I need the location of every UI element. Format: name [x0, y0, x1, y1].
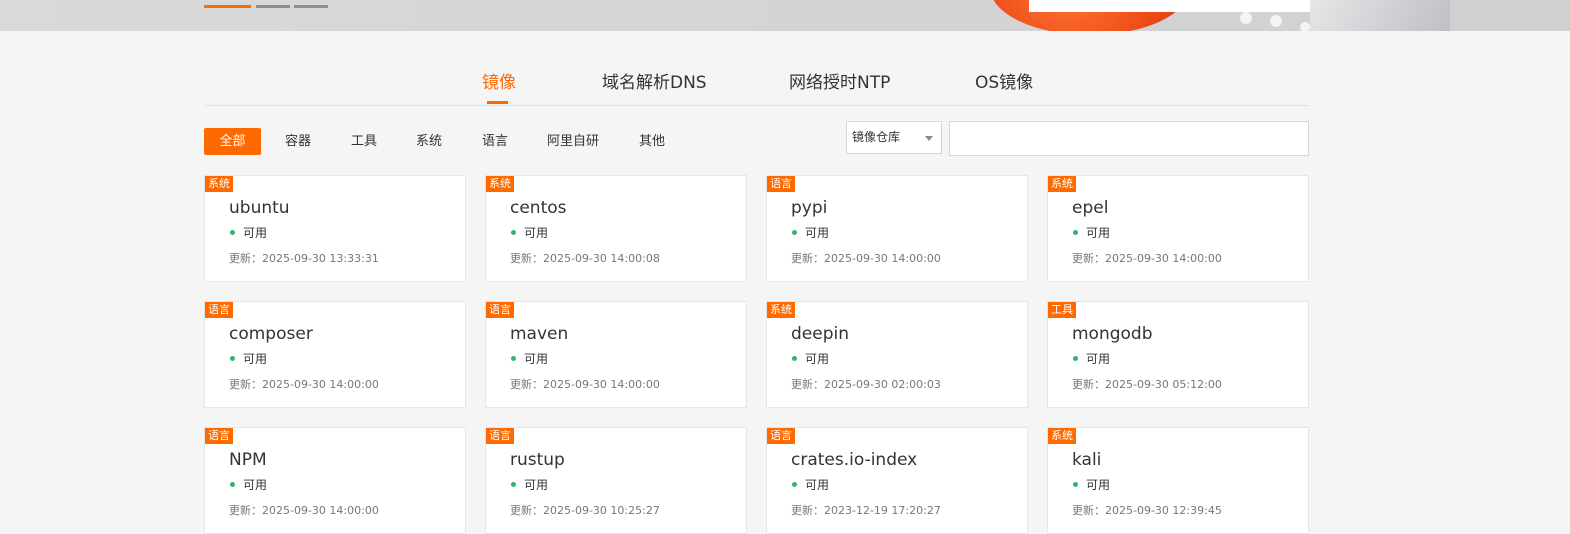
updated-time: 更新：2025-09-30 14:00:00 — [791, 252, 941, 265]
status-text: 可用 — [243, 478, 268, 492]
status-dot-icon — [511, 482, 516, 487]
status-dot-icon — [511, 356, 516, 361]
filter-all[interactable]: 全部 — [204, 128, 261, 155]
status-text: 可用 — [1086, 478, 1111, 492]
tab-os-mirror[interactable]: OS镜像 — [975, 68, 1033, 93]
banner-dot — [1300, 22, 1310, 31]
status-text: 可用 — [805, 226, 830, 240]
mirror-name: crates.io-index — [791, 450, 918, 470]
mirror-name: NPM — [229, 450, 267, 470]
mirror-name: maven — [510, 324, 569, 344]
mirror-card[interactable]: 系统 deepin 可用 更新：2025-09-30 02:00:03 — [766, 301, 1028, 408]
hero-banner — [0, 0, 1570, 31]
category-badge: 语言 — [767, 428, 795, 444]
status-dot-icon — [230, 356, 235, 361]
mirror-name: rustup — [510, 450, 565, 470]
mirror-card[interactable]: 系统 centos 可用 更新：2025-09-30 14:00:08 — [485, 175, 747, 282]
banner-glass-decoration — [1310, 0, 1450, 31]
mirror-card[interactable]: 系统 epel 可用 更新：2025-09-30 14:00:00 — [1047, 175, 1309, 282]
mirror-card[interactable]: 语言 NPM 可用 更新：2025-09-30 14:00:00 — [204, 427, 466, 534]
mirror-card[interactable]: 语言 rustup 可用 更新：2025-09-30 10:25:27 — [485, 427, 747, 534]
category-badge: 系统 — [1048, 176, 1076, 192]
status-text: 可用 — [1086, 352, 1111, 366]
category-badge: 系统 — [1048, 428, 1076, 444]
status-dot-icon — [792, 230, 797, 235]
status-text: 可用 — [1086, 226, 1111, 240]
updated-time: 更新：2025-09-30 14:00:00 — [229, 378, 379, 391]
status-text: 可用 — [524, 352, 549, 366]
mirror-name: pypi — [791, 198, 828, 218]
mirror-name: composer — [229, 324, 313, 344]
filter-other[interactable]: 其他 — [639, 128, 665, 155]
banner-panel — [1029, 0, 1310, 12]
mirror-card[interactable]: 语言 crates.io-index 可用 更新：2023-12-19 17:2… — [766, 427, 1028, 534]
mirror-card[interactable]: 语言 composer 可用 更新：2025-09-30 14:00:00 — [204, 301, 466, 408]
status-dot-icon — [511, 230, 516, 235]
mirror-name: kali — [1072, 450, 1102, 470]
active-tab-underline — [487, 101, 508, 104]
status-dot-icon — [1073, 230, 1078, 235]
updated-time: 更新：2025-09-30 05:12:00 — [1072, 378, 1222, 391]
category-badge: 语言 — [205, 302, 233, 318]
banner-dot — [1240, 12, 1252, 24]
status-text: 可用 — [243, 352, 268, 366]
filter-language[interactable]: 语言 — [482, 128, 508, 155]
status-dot-icon — [1073, 482, 1078, 487]
mirror-card[interactable]: 语言 maven 可用 更新：2025-09-30 14:00:00 — [485, 301, 747, 408]
mirror-card[interactable]: 系统 ubuntu 可用 更新：2025-09-30 13:33:31 — [204, 175, 466, 282]
tab-mirror[interactable]: 镜像 — [482, 68, 516, 93]
mirror-name: mongodb — [1072, 324, 1153, 344]
status-text: 可用 — [524, 478, 549, 492]
category-badge: 系统 — [767, 302, 795, 318]
category-badge: 工具 — [1048, 302, 1076, 318]
tab-dns[interactable]: 域名解析DNS — [602, 68, 707, 93]
category-badge: 语言 — [205, 428, 233, 444]
category-badge: 系统 — [486, 176, 514, 192]
category-badge: 语言 — [486, 428, 514, 444]
mirror-card[interactable]: 工具 mongodb 可用 更新：2025-09-30 05:12:00 — [1047, 301, 1309, 408]
status-text: 可用 — [524, 226, 549, 240]
filter-alibaba[interactable]: 阿里自研 — [547, 128, 599, 155]
updated-time: 更新：2023-12-19 17:20:27 — [791, 504, 941, 517]
mirror-name: centos — [510, 198, 567, 218]
mirror-name: ubuntu — [229, 198, 290, 218]
updated-time: 更新：2025-09-30 14:00:00 — [1072, 252, 1222, 265]
banner-dot — [1270, 15, 1282, 27]
mirror-name: deepin — [791, 324, 849, 344]
updated-time: 更新：2025-09-30 10:25:27 — [510, 504, 660, 517]
chevron-down-icon — [925, 136, 933, 141]
category-badge: 语言 — [767, 176, 795, 192]
search-type-select[interactable]: 镜像仓库 — [846, 121, 942, 154]
updated-time: 更新：2025-09-30 14:00:08 — [510, 252, 660, 265]
carousel-indicator-active[interactable] — [204, 5, 251, 8]
tab-ntp[interactable]: 网络授时NTP — [789, 68, 890, 93]
mirror-card[interactable]: 系统 kali 可用 更新：2025-09-30 12:39:45 — [1047, 427, 1309, 534]
mirror-card[interactable]: 语言 pypi 可用 更新：2025-09-30 14:00:00 — [766, 175, 1028, 282]
filter-system[interactable]: 系统 — [416, 128, 442, 155]
status-text: 可用 — [805, 478, 830, 492]
status-dot-icon — [792, 356, 797, 361]
search-type-value: 镜像仓库 — [852, 130, 901, 144]
search-input[interactable] — [949, 121, 1309, 156]
category-badge: 系统 — [205, 176, 233, 192]
status-text: 可用 — [805, 352, 830, 366]
carousel-indicator[interactable] — [256, 5, 290, 8]
updated-time: 更新：2025-09-30 13:33:31 — [229, 252, 379, 265]
updated-time: 更新：2025-09-30 12:39:45 — [1072, 504, 1222, 517]
filter-tools[interactable]: 工具 — [351, 128, 377, 155]
status-dot-icon — [230, 482, 235, 487]
status-dot-icon — [792, 482, 797, 487]
updated-time: 更新：2025-09-30 14:00:00 — [510, 378, 660, 391]
mirror-name: epel — [1072, 198, 1109, 218]
status-text: 可用 — [243, 226, 268, 240]
category-tabs: 镜像 域名解析DNS 网络授时NTP OS镜像 — [204, 56, 1309, 106]
status-dot-icon — [230, 230, 235, 235]
updated-time: 更新：2025-09-30 14:00:00 — [229, 504, 379, 517]
filter-container[interactable]: 容器 — [285, 128, 311, 155]
updated-time: 更新：2025-09-30 02:00:03 — [791, 378, 941, 391]
status-dot-icon — [1073, 356, 1078, 361]
carousel-indicator[interactable] — [294, 5, 328, 8]
category-badge: 语言 — [486, 302, 514, 318]
